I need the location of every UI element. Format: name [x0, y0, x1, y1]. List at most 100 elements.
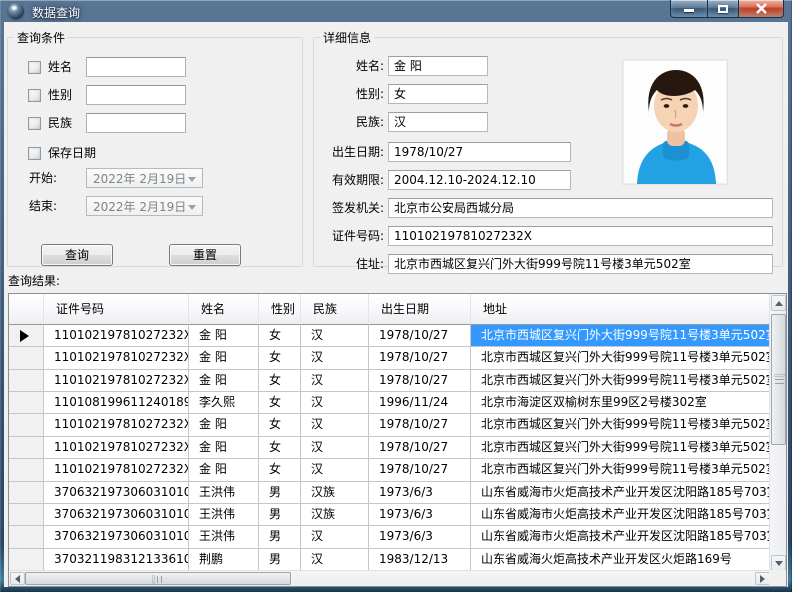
row-selector-cell[interactable]	[9, 325, 44, 347]
row-selector-cell[interactable]	[9, 370, 44, 392]
cell-gender[interactable]: 女	[259, 370, 301, 392]
column-header-address[interactable]: 地址	[471, 294, 771, 325]
name-filter-input[interactable]	[86, 57, 186, 77]
table-row[interactable]: 11010219781027232X金 阳女汉1978/10/27北京市西城区复…	[9, 437, 771, 459]
cell-birth[interactable]: 1973/6/3	[369, 482, 471, 504]
cell-birth[interactable]: 1996/11/24	[369, 392, 471, 414]
row-selector-cell[interactable]	[9, 549, 44, 571]
table-row[interactable]: 370321198312133610荆鹏男汉1983/12/13山东省威海火炬高…	[9, 549, 771, 571]
cell-ethnicity[interactable]: 汉族	[301, 504, 369, 526]
cell-name[interactable]: 王洪伟	[189, 504, 259, 526]
cell-ethnicity[interactable]: 汉	[301, 414, 369, 436]
scroll-right-button[interactable]	[755, 572, 770, 585]
horizontal-scrollbar[interactable]	[9, 570, 771, 586]
horizontal-scrollbar-thumb[interactable]	[25, 572, 291, 585]
cell-ethnicity[interactable]: 汉	[301, 370, 369, 392]
cell-birth[interactable]: 1983/12/13	[369, 549, 471, 571]
row-selector-cell[interactable]	[9, 504, 44, 526]
vertical-scrollbar[interactable]	[769, 294, 786, 572]
table-row[interactable]: 11010219781027232X金 阳女汉1978/10/27北京市西城区复…	[9, 347, 771, 369]
cell-id[interactable]: 11010219781027232X	[44, 370, 189, 392]
row-selector-cell[interactable]	[9, 459, 44, 481]
cell-name[interactable]: 李久熙	[189, 392, 259, 414]
end-date-picker[interactable]: 2022年 2月19日	[86, 196, 203, 216]
cell-name[interactable]: 金 阳	[189, 437, 259, 459]
cell-birth[interactable]: 1978/10/27	[369, 370, 471, 392]
cell-address[interactable]: 北京市西城区复兴门外大街999号院11号楼3单元502室	[471, 437, 771, 459]
cell-ethnicity[interactable]: 汉	[301, 325, 369, 347]
minimize-button[interactable]	[670, 0, 708, 18]
scroll-down-button[interactable]	[771, 555, 786, 571]
cell-gender[interactable]: 女	[259, 437, 301, 459]
cell-address[interactable]: 山东省威海市火炬高技术产业开发区沈阳路185号703室	[471, 504, 771, 526]
column-header-gender[interactable]: 性别	[259, 294, 301, 325]
cell-gender[interactable]: 女	[259, 347, 301, 369]
table-row[interactable]: 370632197306031010王洪伟男汉1973/6/3山东省威海市火炬高…	[9, 526, 771, 548]
cell-id[interactable]: 11010219781027232X	[44, 414, 189, 436]
column-header-birth[interactable]: 出生日期	[369, 294, 471, 325]
cell-gender[interactable]: 男	[259, 504, 301, 526]
cell-id[interactable]: 370321198312133610	[44, 549, 189, 571]
table-row[interactable]: 370632197306031010王洪伟男汉族1973/6/3山东省威海市火炬…	[9, 482, 771, 504]
cell-name[interactable]: 金 阳	[189, 347, 259, 369]
cell-birth[interactable]: 1973/6/3	[369, 526, 471, 548]
cell-birth[interactable]: 1978/10/27	[369, 325, 471, 347]
table-row[interactable]: 11010219781027232X金 阳女汉1978/10/27北京市西城区复…	[9, 325, 771, 347]
cell-name[interactable]: 王洪伟	[189, 526, 259, 548]
table-row[interactable]: 110108199611240189李久熙女汉1996/11/24北京市海淀区双…	[9, 392, 771, 414]
start-date-picker[interactable]: 2022年 2月19日	[86, 168, 203, 188]
cell-ethnicity[interactable]: 汉	[301, 347, 369, 369]
table-row[interactable]: 370632197306031010王洪伟男汉族1973/6/3山东省威海市火炬…	[9, 504, 771, 526]
cell-id[interactable]: 370632197306031010	[44, 526, 189, 548]
cell-birth[interactable]: 1973/6/3	[369, 504, 471, 526]
cell-id[interactable]: 110108199611240189	[44, 392, 189, 414]
gender-filter-input[interactable]	[86, 85, 186, 105]
cell-address[interactable]: 北京市西城区复兴门外大街999号院11号楼3单元502室	[471, 347, 771, 369]
row-selector-header[interactable]	[9, 294, 44, 325]
cell-address[interactable]: 北京市西城区复兴门外大街999号院11号楼3单元502室	[471, 459, 771, 481]
cell-name[interactable]: 王洪伟	[189, 482, 259, 504]
table-row[interactable]: 11010219781027232X金 阳女汉1978/10/27北京市西城区复…	[9, 459, 771, 481]
cell-address[interactable]: 北京市西城区复兴门外大街999号院11号楼3单元502室	[471, 370, 771, 392]
cell-address[interactable]: 山东省威海市火炬高技术产业开发区沈阳路185号703室	[471, 482, 771, 504]
cell-gender[interactable]: 男	[259, 549, 301, 571]
row-selector-cell[interactable]	[9, 414, 44, 436]
cell-ethnicity[interactable]: 汉	[301, 459, 369, 481]
row-selector-cell[interactable]	[9, 392, 44, 414]
cell-name[interactable]: 金 阳	[189, 459, 259, 481]
query-button[interactable]: 查询	[41, 244, 113, 266]
ethnicity-filter-input[interactable]	[86, 113, 186, 133]
cell-address[interactable]: 北京市西城区复兴门外大街999号院11号楼3单元502室	[471, 414, 771, 436]
maximize-button[interactable]	[708, 0, 738, 18]
cell-address[interactable]: 北京市海淀区双榆树东里99区2号楼302室	[471, 392, 771, 414]
vertical-scrollbar-thumb[interactable]	[771, 314, 786, 445]
cell-name[interactable]: 金 阳	[189, 325, 259, 347]
cell-ethnicity[interactable]: 汉	[301, 526, 369, 548]
cell-gender[interactable]: 男	[259, 482, 301, 504]
cell-address[interactable]: 北京市西城区复兴门外大街999号院11号楼3单元502室	[471, 325, 771, 347]
cell-ethnicity[interactable]: 汉	[301, 437, 369, 459]
cell-id[interactable]: 370632197306031010	[44, 482, 189, 504]
reset-button[interactable]: 重置	[169, 244, 241, 266]
column-header-ethnicity[interactable]: 民族	[301, 294, 369, 325]
cell-id[interactable]: 11010219781027232X	[44, 325, 189, 347]
cell-birth[interactable]: 1978/10/27	[369, 347, 471, 369]
cell-id[interactable]: 11010219781027232X	[44, 459, 189, 481]
row-selector-cell[interactable]	[9, 482, 44, 504]
cell-ethnicity[interactable]: 汉族	[301, 482, 369, 504]
close-button[interactable]	[738, 0, 784, 18]
save-date-filter-checkbox[interactable]	[28, 147, 41, 160]
gender-filter-checkbox[interactable]	[28, 89, 41, 102]
cell-address[interactable]: 山东省威海火炬高技术产业开发区火炬路169号	[471, 549, 771, 571]
cell-name[interactable]: 金 阳	[189, 370, 259, 392]
cell-birth[interactable]: 1978/10/27	[369, 459, 471, 481]
cell-ethnicity[interactable]: 汉	[301, 392, 369, 414]
column-header-id[interactable]: 证件号码	[44, 294, 189, 325]
cell-id[interactable]: 11010219781027232X	[44, 347, 189, 369]
scroll-left-button[interactable]	[10, 572, 25, 585]
cell-gender[interactable]: 男	[259, 526, 301, 548]
row-selector-cell[interactable]	[9, 347, 44, 369]
column-header-name[interactable]: 姓名	[189, 294, 259, 325]
cell-address[interactable]: 山东省威海市火炬高技术产业开发区沈阳路185号703室	[471, 526, 771, 548]
table-row[interactable]: 11010219781027232X金 阳女汉1978/10/27北京市西城区复…	[9, 414, 771, 436]
